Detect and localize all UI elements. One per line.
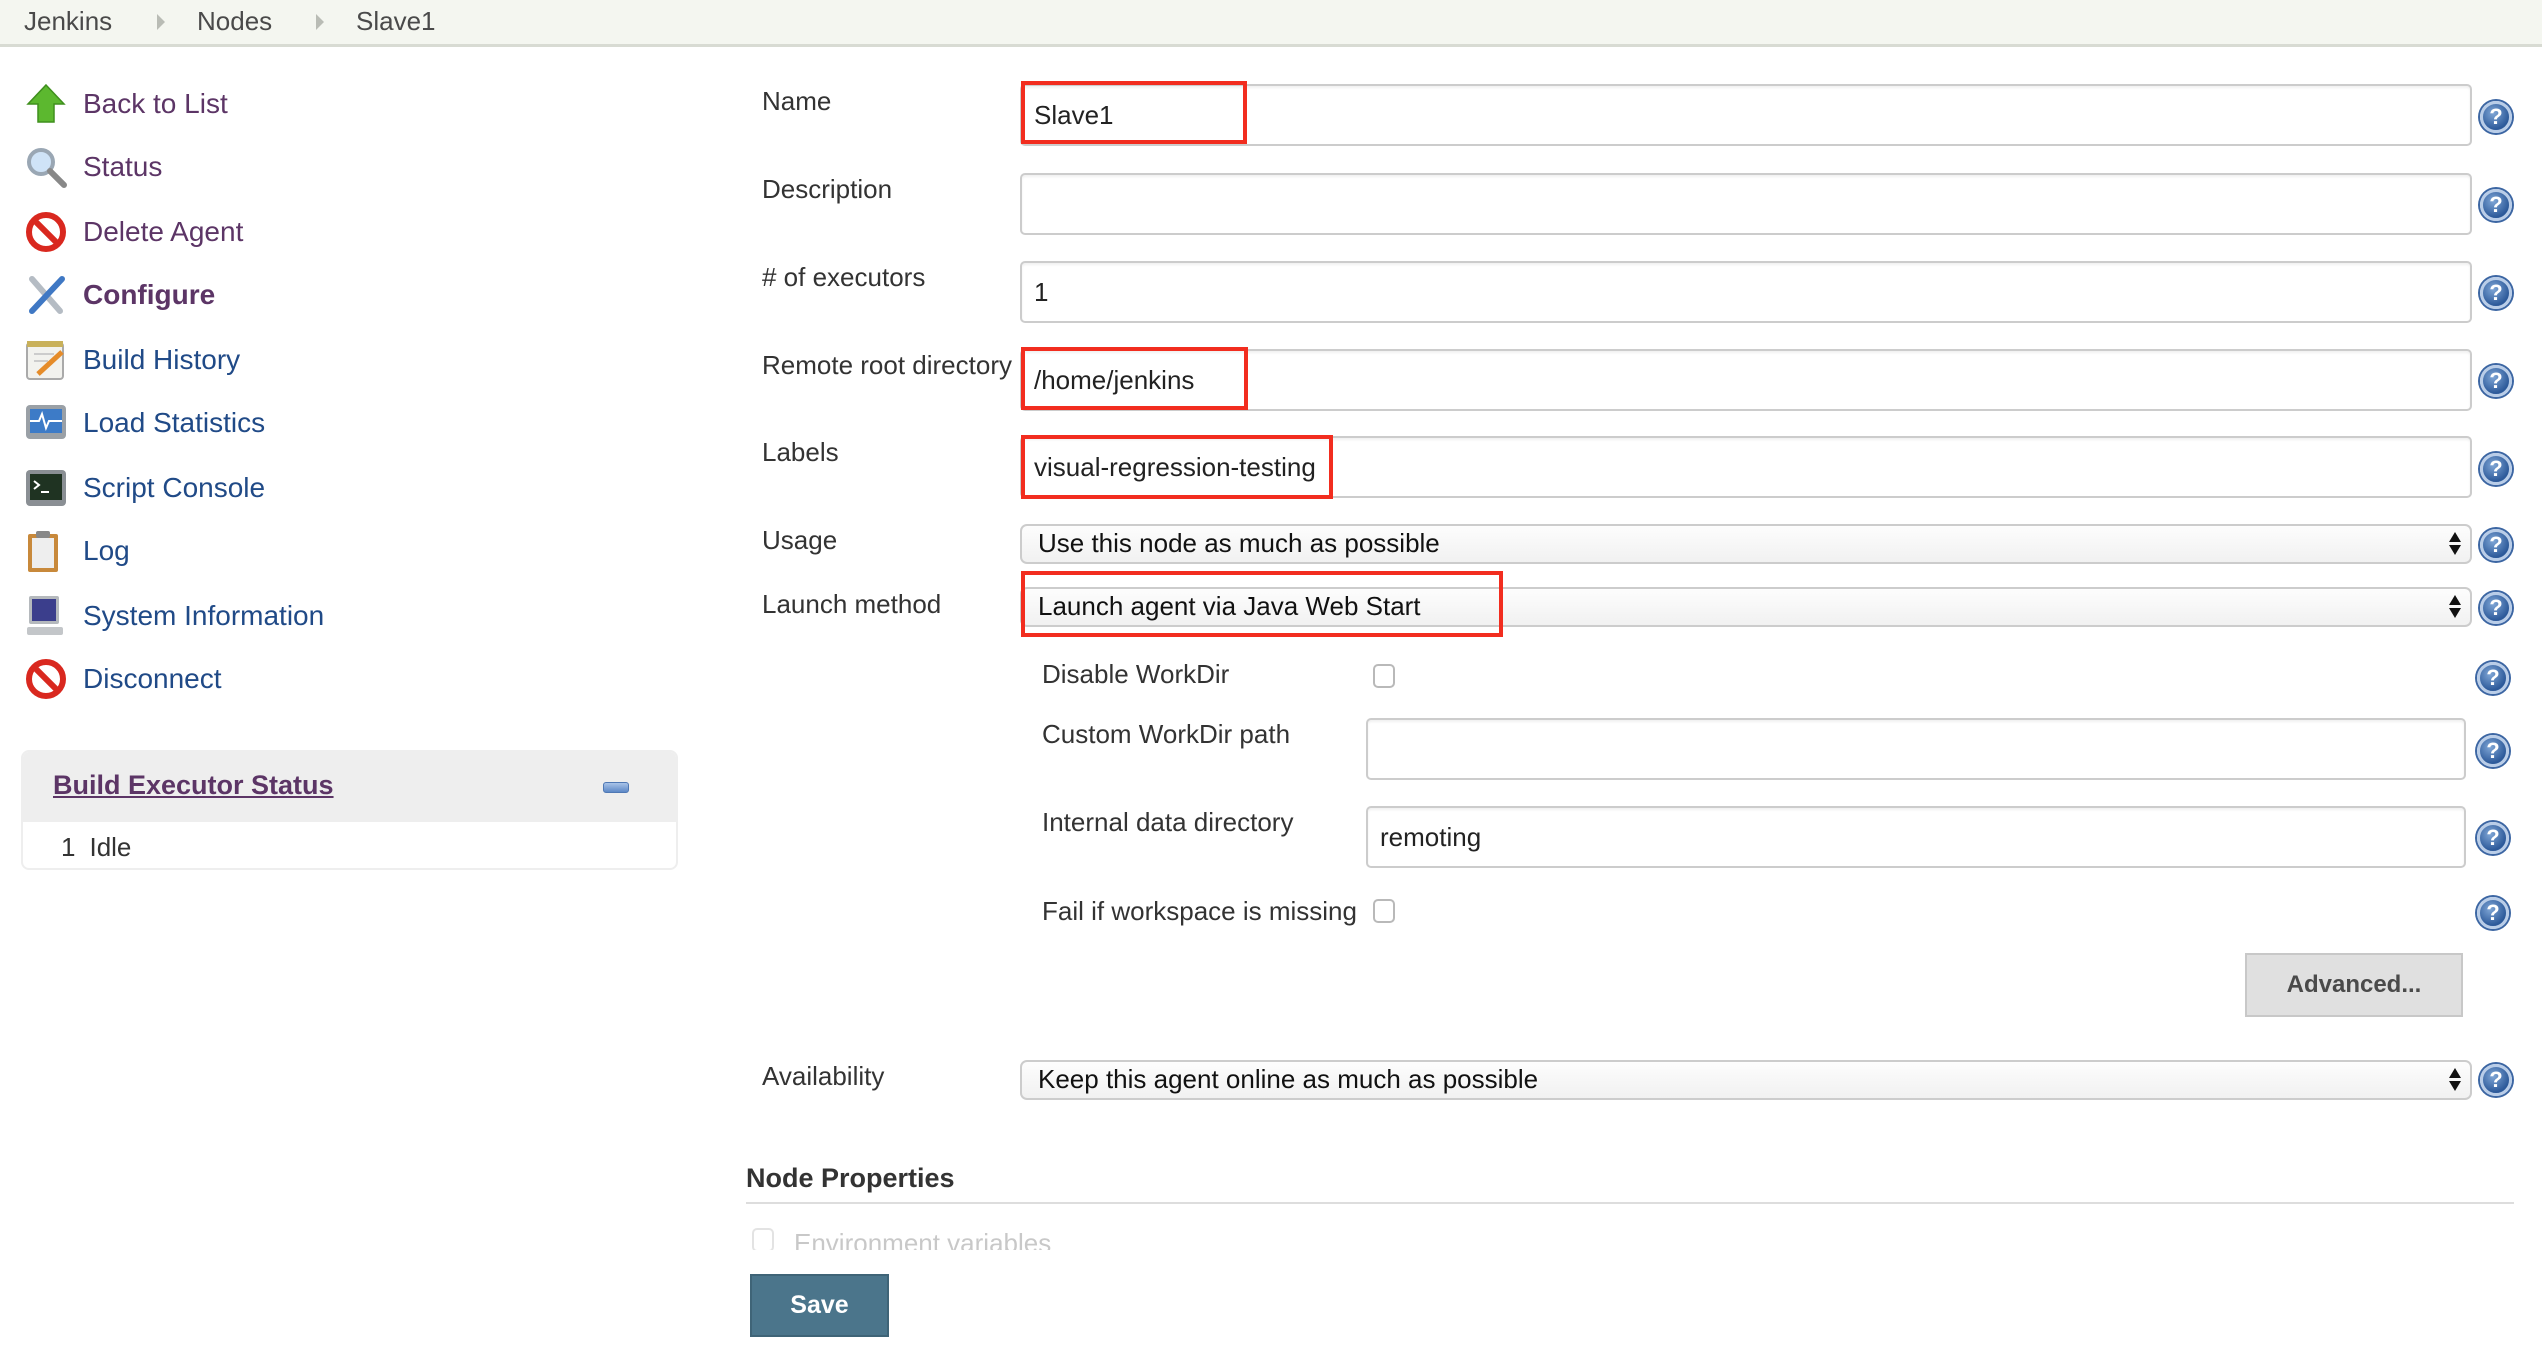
sidebar-item-label: Build History bbox=[83, 344, 241, 375]
no-entry-icon bbox=[24, 210, 68, 254]
help-icon[interactable]: ? bbox=[2477, 735, 2509, 767]
description-field[interactable] bbox=[1020, 173, 2472, 235]
environment-variables-label: Environment variables bbox=[794, 1228, 1052, 1250]
breadcrumb: Jenkins Nodes Slave1 bbox=[0, 0, 2542, 47]
usage-label: Usage bbox=[762, 525, 838, 555]
sidebar-item-script-console[interactable]: Script Console bbox=[24, 463, 265, 513]
availability-selected-value: Keep this agent online as much as possib… bbox=[1038, 1064, 1539, 1094]
collapse-icon[interactable] bbox=[603, 782, 629, 793]
build-executor-status-panel: Build Executor Status 1 Idle bbox=[21, 750, 678, 870]
breadcrumb-separator-icon bbox=[157, 14, 165, 30]
usage-select[interactable]: Use this node as much as possible bbox=[1020, 524, 2472, 564]
help-icon[interactable]: ? bbox=[2480, 453, 2512, 485]
sidebar-item-build-history[interactable]: Build History bbox=[24, 335, 240, 385]
sidebar-item-label: Configure bbox=[83, 279, 216, 310]
custom-workdir-field[interactable] bbox=[1366, 718, 2466, 780]
sidebar-item-back-to-list[interactable]: Back to List bbox=[24, 79, 228, 129]
environment-variables-option[interactable]: Environment variables bbox=[752, 1228, 1051, 1250]
section-divider bbox=[746, 1202, 2514, 1204]
no-entry-icon bbox=[24, 657, 68, 701]
build-executor-status-link[interactable]: Build Executor Status bbox=[53, 770, 334, 801]
sidebar-item-label: Disconnect bbox=[83, 663, 222, 694]
remote-root-label: Remote root directory bbox=[762, 350, 1012, 380]
select-arrows-icon bbox=[2448, 593, 2462, 621]
environment-variables-checkbox[interactable] bbox=[752, 1228, 774, 1250]
internal-data-dir-label: Internal data directory bbox=[1042, 807, 1294, 837]
name-label: Name bbox=[762, 86, 832, 116]
remote-root-field[interactable] bbox=[1020, 349, 2472, 411]
magnifier-icon bbox=[24, 145, 68, 189]
availability-label: Availability bbox=[762, 1061, 885, 1091]
launch-method-selected-value: Launch agent via Java Web Start bbox=[1038, 591, 1421, 621]
help-icon[interactable]: ? bbox=[2477, 897, 2509, 929]
breadcrumb-jenkins[interactable]: Jenkins bbox=[24, 6, 112, 37]
terminal-icon bbox=[24, 466, 68, 510]
sidebar-item-load-statistics[interactable]: Load Statistics bbox=[24, 398, 265, 448]
usage-selected-value: Use this node as much as possible bbox=[1038, 528, 1440, 558]
launch-method-select[interactable]: Launch agent via Java Web Start bbox=[1020, 587, 2472, 627]
name-field[interactable] bbox=[1020, 84, 2472, 146]
help-icon[interactable]: ? bbox=[2480, 592, 2512, 624]
sidebar-item-label: Script Console bbox=[83, 472, 266, 503]
disable-workdir-label: Disable WorkDir bbox=[1042, 659, 1230, 689]
sidebar-item-disconnect[interactable]: Disconnect bbox=[24, 654, 222, 704]
clipboard-icon bbox=[24, 529, 68, 573]
sidebar-item-label: System Information bbox=[83, 600, 325, 631]
sidebar-item-log[interactable]: Log bbox=[24, 526, 130, 576]
save-button[interactable]: Save bbox=[750, 1274, 889, 1337]
advanced-button[interactable]: Advanced... bbox=[2245, 953, 2463, 1017]
node-properties-heading: Node Properties bbox=[746, 1163, 955, 1193]
help-icon[interactable]: ? bbox=[2477, 822, 2509, 854]
up-arrow-icon bbox=[24, 82, 68, 126]
labels-field[interactable] bbox=[1020, 436, 2472, 498]
help-icon[interactable]: ? bbox=[2480, 365, 2512, 397]
sidebar-item-status[interactable]: Status bbox=[24, 142, 162, 192]
sidebar-item-label: Back to List bbox=[83, 88, 228, 119]
sidebar-item-system-information[interactable]: System Information bbox=[24, 591, 324, 641]
select-arrows-icon bbox=[2448, 530, 2462, 558]
executors-label: # of executors bbox=[762, 262, 926, 292]
executor-row: 1 Idle bbox=[61, 832, 145, 863]
help-icon[interactable]: ? bbox=[2477, 662, 2509, 694]
sidebar-item-label: Log bbox=[83, 535, 130, 566]
breadcrumb-nodes[interactable]: Nodes bbox=[197, 6, 272, 37]
sidebar-item-configure[interactable]: Configure bbox=[24, 270, 215, 320]
custom-workdir-label: Custom WorkDir path bbox=[1042, 719, 1291, 749]
build-executor-status-header: Build Executor Status bbox=[23, 752, 676, 822]
help-icon[interactable]: ? bbox=[2480, 101, 2512, 133]
sidebar-item-label: Status bbox=[83, 151, 163, 182]
fail-if-missing-checkbox[interactable] bbox=[1373, 899, 1395, 923]
sidebar-item-delete-agent[interactable]: Delete Agent bbox=[24, 207, 243, 257]
monitor-pulse-icon bbox=[24, 401, 68, 445]
help-icon[interactable]: ? bbox=[2480, 189, 2512, 221]
breadcrumb-separator-icon bbox=[316, 14, 324, 30]
help-icon[interactable]: ? bbox=[2480, 277, 2512, 309]
breadcrumb-slave1[interactable]: Slave1 bbox=[356, 6, 436, 37]
help-icon[interactable]: ? bbox=[2480, 1064, 2512, 1096]
select-arrows-icon bbox=[2448, 1066, 2462, 1094]
availability-select[interactable]: Keep this agent online as much as possib… bbox=[1020, 1060, 2472, 1100]
fail-if-missing-label: Fail if workspace is missing bbox=[1042, 896, 1357, 926]
computer-icon bbox=[24, 594, 68, 638]
notepad-icon bbox=[24, 338, 68, 382]
labels-label: Labels bbox=[762, 437, 839, 467]
launch-method-label: Launch method bbox=[762, 589, 942, 619]
executors-field[interactable] bbox=[1020, 261, 2472, 323]
executor-state: Idle bbox=[89, 832, 132, 862]
disable-workdir-checkbox[interactable] bbox=[1373, 664, 1395, 688]
help-icon[interactable]: ? bbox=[2480, 529, 2512, 561]
wrench-screwdriver-icon bbox=[24, 273, 68, 317]
sidebar-item-label: Load Statistics bbox=[83, 407, 266, 438]
sidebar-item-label: Delete Agent bbox=[83, 216, 244, 247]
executor-number: 1 bbox=[61, 832, 76, 862]
internal-data-dir-field[interactable] bbox=[1366, 806, 2466, 868]
description-label: Description bbox=[762, 174, 893, 204]
